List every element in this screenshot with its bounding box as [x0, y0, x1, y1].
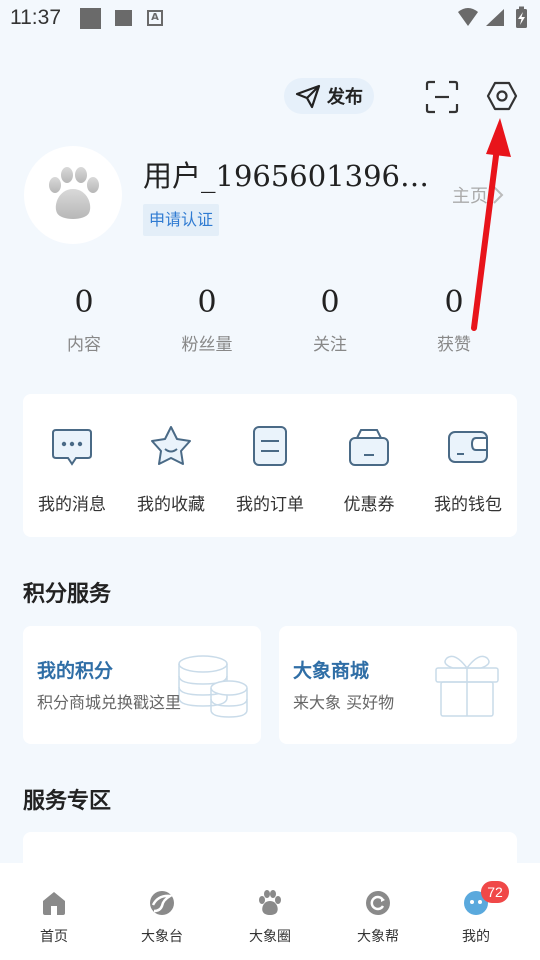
gift-box-icon [435, 655, 499, 717]
stat-label: 内容 [67, 335, 101, 355]
homepage-label: 主页 [452, 186, 488, 207]
tab-mine[interactable]: 我的 [426, 889, 526, 946]
paw-avatar-icon [49, 167, 99, 219]
service-section-title: 服务专区 [23, 789, 112, 814]
wifi-icon [458, 8, 478, 26]
scan-icon[interactable] [424, 80, 460, 114]
tab-elephant-circle[interactable]: 大象圈 [220, 889, 320, 946]
shortcut-my-messages[interactable]: 我的消息 [22, 424, 122, 515]
system-status-icons [458, 6, 527, 28]
settings-icon[interactable] [484, 78, 520, 114]
star-icon [151, 426, 191, 465]
coupon-icon [349, 429, 389, 466]
publish-label: 发布 [327, 87, 363, 108]
shortcut-label: 我的订单 [236, 495, 304, 515]
shortcut-my-favorites[interactable]: 我的收藏 [121, 424, 221, 515]
card-title: 大象商城 [293, 660, 370, 682]
battery-icon [516, 6, 527, 28]
tab-label: 大象台 [141, 929, 183, 945]
tab-elephant-platform[interactable]: 大象台 [112, 889, 212, 946]
tab-label: 我的 [462, 929, 490, 945]
card-subtitle: 来大象 买好物 [293, 693, 395, 712]
notification-badge: 72 [481, 881, 509, 903]
stat-following[interactable]: 0 关注 [275, 280, 385, 355]
stat-fans[interactable]: 0 粉丝量 [152, 280, 262, 355]
tab-elephant-help[interactable]: 大象帮 [328, 889, 428, 946]
points-section-title: 积分服务 [23, 582, 112, 607]
stat-value: 0 [320, 285, 340, 320]
home-icon [43, 892, 65, 915]
stat-label: 粉丝量 [181, 335, 233, 355]
homepage-link[interactable]: 主页 [452, 182, 504, 208]
shortcut-label: 我的消息 [38, 495, 106, 515]
tab-label: 大象圈 [249, 929, 291, 945]
tab-home[interactable]: 首页 [4, 889, 104, 946]
stat-label: 获赞 [437, 335, 471, 355]
paper-plane-icon [295, 84, 321, 109]
bottom-tab-bar: 首页 大象台 大象圈 大象帮 我的 [0, 863, 540, 960]
status-bar: 11:37 A [0, 0, 540, 36]
shortcut-label: 我的收藏 [137, 495, 205, 515]
stat-value: 0 [197, 285, 217, 320]
elephant-mall-card[interactable]: 大象商城 来大象 买好物 [279, 626, 517, 744]
paw-icon [259, 890, 281, 915]
apply-verification-button[interactable]: 申请认证 [143, 204, 220, 236]
order-icon [253, 426, 287, 466]
stat-value: 0 [444, 285, 464, 320]
tab-label: 大象帮 [357, 929, 399, 945]
shortcut-my-orders[interactable]: 我的订单 [220, 424, 320, 515]
shortcuts-card: 我的消息 我的收藏 我的订单 优惠券 我的钱包 [23, 394, 517, 537]
notification-icon [115, 10, 132, 26]
coins-icon [178, 655, 248, 718]
shortcut-coupons[interactable]: 优惠券 [319, 424, 419, 515]
stat-label: 关注 [313, 335, 347, 355]
shortcut-my-wallet[interactable]: 我的钱包 [418, 424, 518, 515]
profile-stats: 0 内容 0 粉丝量 0 关注 0 获赞 [0, 280, 540, 360]
wallet-icon [448, 431, 488, 463]
stat-likes[interactable]: 0 获赞 [399, 280, 509, 355]
tab-label: 首页 [40, 929, 68, 945]
signal-icon [486, 9, 504, 26]
status-time: 11:37 [10, 6, 61, 29]
help-icon [366, 891, 390, 915]
card-subtitle: 积分商城兑换戳这里 [37, 693, 182, 712]
chevron-right-icon [493, 186, 504, 204]
my-points-card[interactable]: 我的积分 积分商城兑换戳这里 [23, 626, 261, 744]
avatar[interactable] [24, 146, 122, 244]
shortcut-label: 我的钱包 [434, 495, 502, 515]
top-actions: 发布 [0, 78, 540, 114]
shortcut-label: 优惠券 [343, 495, 395, 515]
elephant-platform-icon [150, 891, 175, 915]
stat-content[interactable]: 0 内容 [29, 280, 139, 355]
a-notification-icon: A [147, 10, 163, 26]
stat-value: 0 [74, 285, 94, 320]
username: 用户_1965601396… [143, 159, 430, 193]
publish-button[interactable]: 发布 [284, 78, 374, 114]
message-icon [52, 429, 92, 466]
card-title: 我的积分 [37, 660, 114, 682]
notification-icon [80, 8, 101, 29]
